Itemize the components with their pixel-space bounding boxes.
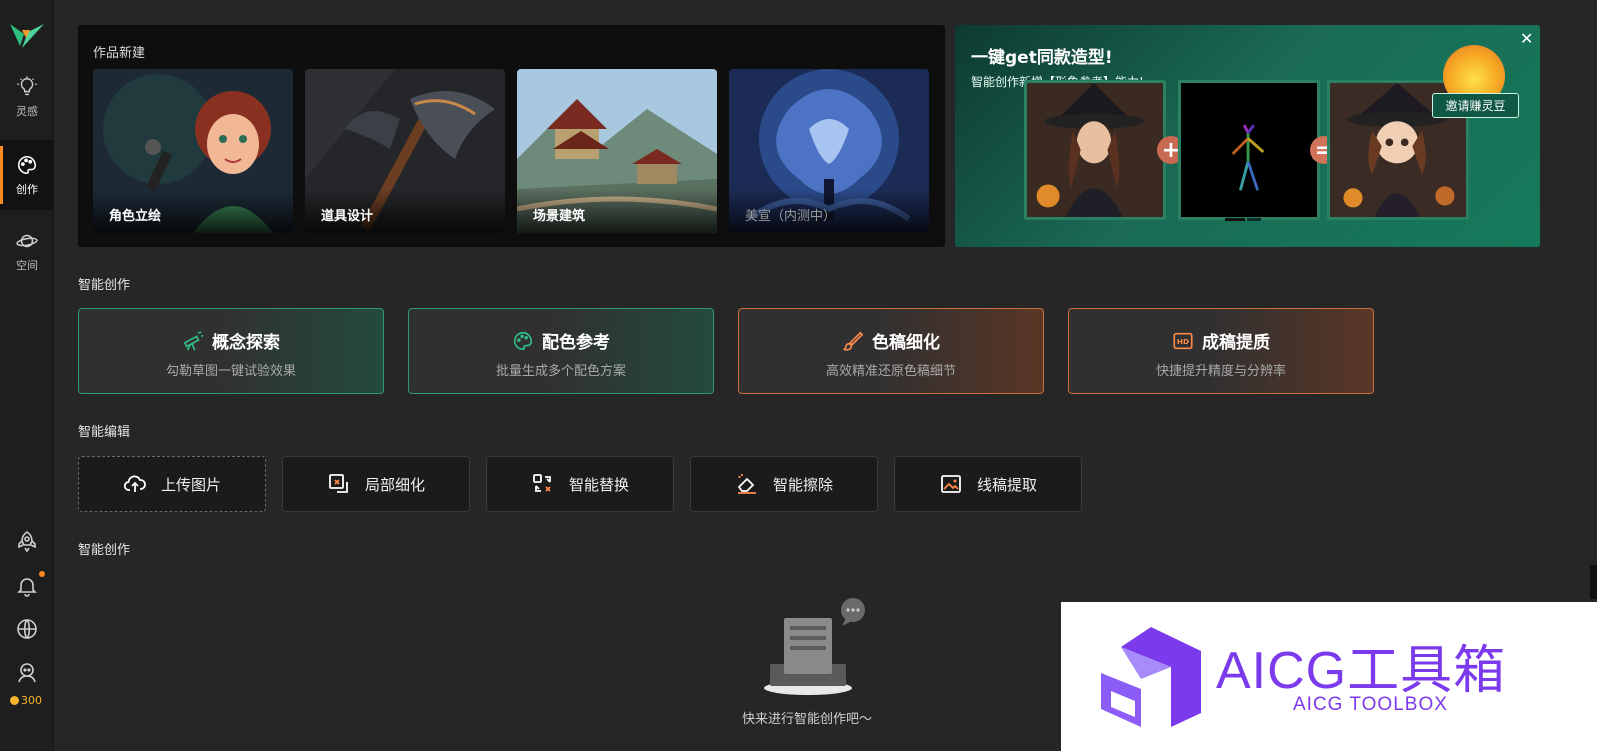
feature-desc: 勾勒草图一键试验效果 [165, 364, 296, 379]
work-card-label: 美宣（内测中） [745, 209, 837, 224]
invite-earn-button[interactable]: 邀请赚灵豆 [1432, 93, 1519, 118]
carousel-indicator-2[interactable] [1247, 218, 1261, 221]
bell-icon[interactable] [15, 574, 39, 598]
promo-banner[interactable]: 一键get同款造型! 智能创作新增【形象参考】能力! + = 邀请赚灵豆 ✕ [955, 25, 1540, 247]
palette-icon [18, 155, 37, 174]
sidebar: 灵感 创作 空间 300 [0, 0, 54, 751]
work-card-label: 角色立绘 [109, 209, 162, 224]
smart-replace-button[interactable]: 智能替换 [486, 456, 674, 512]
sidebar-item-label: 空间 [16, 258, 38, 272]
smart-edit-heading: 智能编辑 [78, 425, 131, 440]
edit-button-label: 智能替换 [568, 475, 629, 494]
work-card-prop[interactable]: 道具设计 [305, 69, 505, 233]
planet-icon [16, 234, 38, 247]
empty-inbox-icon [764, 598, 865, 695]
feature-desc: 高效精准还原色稿细节 [825, 364, 956, 379]
sidebar-item-create[interactable]: 创作 [0, 140, 54, 210]
crop-refine-icon [329, 474, 348, 493]
edit-button-label: 线稿提取 [976, 475, 1037, 494]
close-icon[interactable]: ✕ [1520, 29, 1533, 48]
watermark-title: AICG工具箱 [1216, 642, 1507, 700]
feature-title: 配色参考 [542, 333, 610, 353]
feature-title: 成稿提质 [1202, 333, 1270, 353]
scrollbar-thumb[interactable] [1590, 565, 1597, 599]
notification-dot [39, 571, 45, 577]
eraser-icon [737, 474, 756, 494]
work-card-scene[interactable]: 场景建筑 [517, 69, 717, 233]
watermark-subtitle: AICG TOOLBOX [1293, 694, 1448, 715]
sidebar-item-label: 灵感 [16, 104, 38, 118]
feature-final-quality[interactable]: HD 成稿提质 快捷提升精度与分辨率 [1068, 308, 1374, 394]
new-works-panel: 作品新建 角色立绘 道具设计 场景建筑 美宣（内测中） [78, 25, 945, 247]
promo-pose-image [1178, 80, 1320, 220]
feature-concept-explore[interactable]: 概念探索 勾勒草图一键试验效果 [78, 308, 384, 394]
smart-erase-button[interactable]: 智能擦除 [690, 456, 878, 512]
edit-button-label: 上传图片 [160, 475, 221, 494]
line-art-extract-button[interactable]: 线稿提取 [894, 456, 1082, 512]
coin-icon [10, 696, 19, 705]
local-refine-button[interactable]: 局部细化 [282, 456, 470, 512]
upload-image-button[interactable]: 上传图片 [78, 456, 266, 512]
work-card-label: 道具设计 [321, 209, 374, 224]
work-card-character[interactable]: 角色立绘 [93, 69, 293, 233]
feature-desc: 批量生成多个配色方案 [495, 364, 626, 379]
telescope-icon [183, 330, 204, 351]
svg-text:HD: HD [1177, 337, 1189, 346]
brush-icon [843, 331, 864, 351]
rocket-icon[interactable] [15, 530, 39, 554]
promo-reference-image [1024, 80, 1166, 220]
feature-desc: 快捷提升精度与分辨率 [1155, 364, 1286, 379]
feature-color-draft-refine[interactable]: 色稿细化 高效精准还原色稿细节 [738, 308, 1044, 394]
aicg-logo-icon [1101, 627, 1201, 727]
edit-button-label: 局部细化 [364, 475, 425, 494]
palette-icon [514, 331, 533, 350]
sidebar-item-label: 创作 [16, 182, 38, 196]
user-avatar-icon[interactable] [15, 660, 39, 684]
smart-creation-heading: 智能创作 [78, 278, 131, 293]
lightbulb-icon [17, 75, 37, 95]
swap-icon [533, 474, 551, 492]
hd-icon: HD [1173, 332, 1193, 349]
feature-title: 概念探索 [212, 333, 280, 353]
upload-cloud-icon [123, 475, 146, 492]
promo-title: 一键get同款造型! [971, 48, 1113, 68]
coin-balance[interactable]: 300 [10, 694, 42, 707]
history-heading: 智能创作 [78, 543, 131, 558]
work-card-label: 场景建筑 [533, 209, 586, 224]
image-icon [941, 475, 961, 493]
feature-title: 色稿细化 [872, 333, 940, 353]
new-works-title: 作品新建 [93, 46, 146, 61]
carousel-indicator-1[interactable] [1225, 218, 1245, 221]
sidebar-item-space[interactable]: 空间 [0, 216, 54, 286]
sidebar-item-inspiration[interactable]: 灵感 [0, 62, 54, 132]
watermark-overlay: AICG工具箱 AICG TOOLBOX [1061, 602, 1597, 751]
work-card-promo-art[interactable]: 美宣（内测中） [729, 69, 929, 233]
app-logo[interactable] [8, 20, 46, 50]
globe-icon[interactable] [15, 617, 39, 641]
edit-button-label: 智能擦除 [772, 475, 833, 494]
feature-color-reference[interactable]: 配色参考 批量生成多个配色方案 [408, 308, 714, 394]
coin-count: 300 [21, 694, 42, 707]
